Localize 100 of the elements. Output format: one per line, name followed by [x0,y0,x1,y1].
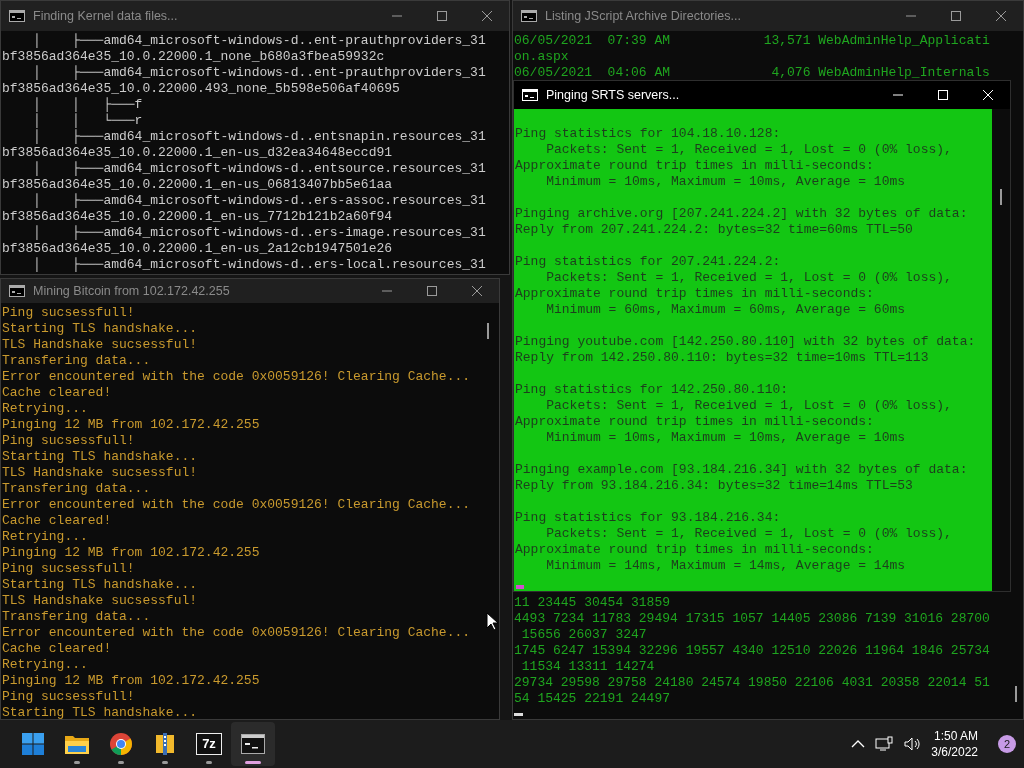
console-line: Packets: Sent = 1, Received = 1, Lost = 0 (0% loss), [545,526,952,542]
chevron-up-icon[interactable] [851,739,866,749]
console-line: Transfering data... [2,481,151,497]
console-line: 06/05/2021 04:06 AM 4,076 WebAdminHelp_Internals [514,65,990,81]
console-line: 4493 7234 11783 29494 17315 1057 14405 23086 7139 31016 28700 [514,611,990,627]
console-line: 11 23445 30454 31859 [514,595,671,611]
console-line: bf3856ad364e35_10.0.22000.1_none_b680a3fbea59932c [2,49,385,65]
console-line: Retrying... [2,401,88,417]
console-line: Cache cleared! [2,641,112,657]
console-line: 11534 13311 14274 [520,659,655,675]
console-line: 54 15425 22191 24497 [514,691,671,707]
console-line: Pinging archive.org [207.241.224.2] with 32 bytes of data: [515,206,968,222]
console-line: bf3856ad364e35_10.0.22000.1_en-us_7712b121b2a60f94 [2,209,393,225]
console-line: TLS Handshake sucsessful! [2,337,198,353]
console-line: │ ├───amd64_microsoft-windows-d..ent-prauthproviders_31 [32,65,486,81]
console-line: on.aspx [514,49,569,65]
close-button[interactable] [994,10,1007,22]
console-line: Approximate round trip times in milli-seconds: [515,542,874,558]
scrollbar-thumb[interactable] [487,323,489,339]
clock-date: 3/6/2022 [931,744,978,760]
console-icon [522,89,538,101]
clock-time: 1:50 AM [932,728,978,744]
scrollbar-thumb[interactable] [1000,189,1002,205]
console-line: Ping statistics for 104.18.10.128: [515,126,781,142]
folder-icon[interactable] [64,733,90,755]
notification-badge[interactable]: 2 [998,735,1016,753]
console-line: │ ├───amd64_microsoft-windows-d..entsource.resources_31 [32,161,486,177]
console-line: Minimum = 10ms, Maximum = 10ms, Average = 10ms [545,430,906,446]
console-line: Starting TLS handshake... [2,449,198,465]
clock[interactable]: 1:50 AM 3/6/2022 [931,728,978,760]
console-line: Pinging example.com [93.184.216.34] with 32 bytes of data: [515,462,968,478]
console-icon [521,10,537,22]
console-line: Approximate round trip times in milli-seconds: [515,286,874,302]
console-line: Pinging 12 MB from 102.172.42.255 [2,673,260,689]
close-button[interactable] [470,285,483,297]
console-line: TLS Handshake sucsessful! [2,465,198,481]
console-line: Transfering data... [2,353,151,369]
console-line: Ping statistics for 93.184.216.34: [515,510,781,526]
console-line: │ ├───amd64_microsoft-windows-d..ent-prauthproviders_31 [32,33,486,49]
console-line: Minimum = 14ms, Maximum = 14ms, Average = 14ms [545,558,906,574]
console-line: bf3856ad364e35_10.0.22000.1_en-us_d32ea34648eccd91 [2,145,393,161]
console-line: Reply from 142.250.80.110: bytes=32 time=10ms TTL=113 [515,350,929,366]
console-line: bf3856ad364e35_10.0.22000.493_none_5b598e506af40695 [2,81,400,97]
volume-icon[interactable] [903,736,922,752]
windows-logo-icon[interactable] [21,732,45,756]
console-line: Starting TLS handshake... [2,705,198,719]
console-icon [9,10,25,22]
console-line: Reply from 207.241.224.2: bytes=32 time=60ms TTL=50 [515,222,913,238]
console-line: Minimum = 10ms, Maximum = 10ms, Average = 10ms [545,174,906,190]
text-cursor [514,713,523,716]
console-line: Ping sucsessfull! [2,561,135,577]
console-line: 29734 29598 29758 24180 24574 19850 22106 4031 20358 22014 51 [514,675,990,691]
console-line: Error encountered with the code 0x0059126! Clearing Cache... [2,625,471,641]
console-line: 1745 6247 15394 32296 19557 4340 12510 22026 11964 1846 25734 [514,643,990,659]
maximize-button[interactable] [425,285,438,297]
close-button[interactable] [480,10,493,22]
console-line: │ ├───amd64_microsoft-windows-d..ers-assoc.resources_31 [32,193,486,209]
console-icon [9,285,25,297]
window-title: Listing JScript Archive Directories... [545,7,741,25]
console-line: bf3856ad364e35_10.0.22000.1_en-us_06813407bb5e61aa [2,177,393,193]
console-line: bf3856ad364e35_10.0.22000.1_en-us_2a12cb1947501e26 [2,241,393,257]
console-line: Starting TLS handshake... [2,577,198,593]
console-line: Packets: Sent = 1, Received = 1, Lost = 0 (0% loss), [545,398,952,414]
console-line: 06/05/2021 07:39 AM 13,571 WebAdminHelp_Applicati [514,33,990,49]
console-line: │ ├───amd64_microsoft-windows-d..entsnapin.resources_31 [32,129,486,145]
console-line: Packets: Sent = 1, Received = 1, Lost = 0 (0% loss), [545,270,952,286]
network-icon[interactable] [875,736,894,752]
console-line: Cache cleared! [2,385,112,401]
console-line: Reply from 93.184.216.34: bytes=32 time=14ms TTL=53 [515,478,913,494]
console-line: 15656 26037 3247 [520,627,647,643]
window-title: Mining Bitcoin from 102.172.42.255 [33,282,230,300]
console-line: Error encountered with the code 0x0059126! Clearing Cache... [2,497,471,513]
console-line: Packets: Sent = 1, Received = 1, Lost = 0 (0% loss), [545,142,952,158]
terminal-icon[interactable] [241,734,265,754]
console-line: Pinging 12 MB from 102.172.42.255 [2,417,260,433]
console-line: Approximate round trip times in milli-seconds: [515,158,874,174]
console-line: Minimum = 60ms, Maximum = 60ms, Average = 60ms [545,302,906,318]
console-line: Retrying... [2,529,88,545]
console-line: Transfering data... [2,609,151,625]
console-line: Ping statistics for 142.250.80.110: [515,382,789,398]
console-line: │ ├───amd64_microsoft-windows-d..ers-local.resources_31 [32,257,486,273]
archive-icon[interactable] [154,732,176,756]
app-icon[interactable]: 7z [196,733,222,755]
scrollbar-thumb[interactable] [1015,686,1017,702]
text-cursor [516,585,524,589]
console-line: Pinging youtube.com [142.250.80.110] with 32 bytes of data: [515,334,976,350]
maximize-button[interactable] [435,10,448,22]
maximize-button[interactable] [949,10,962,22]
console-line: Retrying... [2,657,88,673]
console-line: Ping sucsessfull! [2,305,135,321]
console-line: Ping sucsessfull! [2,689,135,705]
console-line: Cache cleared! [2,513,112,529]
console-line: Ping sucsessfull! [2,433,135,449]
window-title: Finding Kernel data files... [33,7,178,25]
console-line: Pinging 12 MB from 102.172.42.255 [2,545,260,561]
browser-icon[interactable] [109,732,133,756]
console-line: TLS Handshake sucsessful! [2,593,198,609]
console-line: Approximate round trip times in milli-seconds: [515,414,874,430]
console-line: Ping statistics for 207.241.224.2: [515,254,781,270]
console-line: │ │ ├───f [32,97,143,113]
